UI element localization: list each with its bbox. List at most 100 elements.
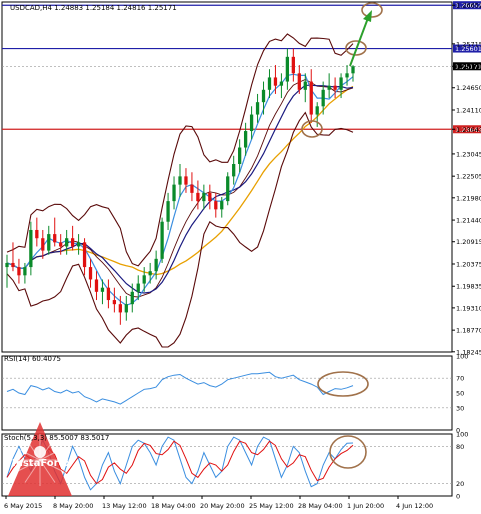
candle-body bbox=[339, 77, 343, 90]
candle-body bbox=[160, 221, 164, 259]
candle-body bbox=[273, 77, 278, 86]
price-tick-label: 1.23643 bbox=[456, 126, 481, 134]
candle-body bbox=[53, 234, 57, 243]
horizontal-levels: 1.266521.256011.236431.25171 bbox=[2, 1, 481, 134]
price-tick-label: 1.20915 bbox=[456, 238, 481, 246]
candle-body bbox=[315, 106, 319, 115]
panel-frame bbox=[1, 355, 453, 431]
forecast-arrowhead bbox=[363, 10, 372, 22]
candle-body bbox=[232, 164, 236, 177]
stoch-tick-label: 20 bbox=[456, 480, 464, 488]
price-tick-label: 1.24650 bbox=[456, 84, 481, 92]
rsi-label: RSI(14) 60.4075 bbox=[4, 355, 61, 363]
stoch-tick-label: 0 bbox=[456, 493, 460, 501]
candle-body bbox=[309, 81, 313, 115]
bollinger-lower-line bbox=[6, 111, 354, 348]
candle-body bbox=[321, 89, 325, 107]
candle-body bbox=[351, 66, 355, 74]
candle-body bbox=[303, 81, 307, 90]
price-tick-label: 1.26652 bbox=[456, 2, 481, 10]
price-tick-label: 1.20375 bbox=[456, 260, 481, 268]
price-tick-label: 1.25715 bbox=[456, 40, 481, 48]
candle-body bbox=[142, 275, 146, 284]
rsi-line bbox=[6, 371, 354, 405]
candle-body bbox=[100, 287, 105, 292]
candle-body bbox=[243, 131, 248, 148]
candle-body bbox=[136, 283, 140, 292]
candle-body bbox=[261, 89, 266, 103]
date-tick-label: 1 Jun 20:00 bbox=[347, 502, 384, 510]
date-tick-label: 8 May 20:00 bbox=[53, 502, 93, 510]
price-tick-label: 1.18770 bbox=[456, 327, 481, 335]
symbol-header: USDCAD,H4 1.24883 1.25184 1.24816 1.2517… bbox=[10, 4, 177, 12]
candles bbox=[5, 48, 355, 325]
candle-body bbox=[166, 201, 170, 222]
price-tick-label: 1.25171 bbox=[456, 63, 481, 71]
candle-body bbox=[327, 85, 331, 90]
candle-body bbox=[154, 258, 158, 272]
candle-body bbox=[11, 262, 15, 268]
candle-body bbox=[17, 267, 21, 276]
rsi-tick-label: 70 bbox=[456, 375, 464, 383]
candle-body bbox=[291, 56, 295, 74]
price-tick-label: 1.19310 bbox=[456, 304, 481, 312]
candle-body bbox=[220, 201, 224, 210]
candle-body bbox=[178, 176, 182, 185]
candle-body bbox=[5, 262, 9, 268]
candle-body bbox=[345, 73, 349, 78]
candle-body bbox=[255, 102, 260, 115]
candle-body bbox=[130, 291, 134, 305]
candle-body bbox=[202, 192, 206, 202]
date-tick-label: 6 May 2015 bbox=[4, 502, 42, 510]
candle-body bbox=[118, 304, 122, 313]
panel-frames bbox=[1, 1, 453, 497]
candle-body bbox=[94, 279, 99, 292]
chart-window: 1.26652 1.25601 1.23643 1.25171 1.26652 1.25… bbox=[0, 0, 481, 510]
candle-body bbox=[172, 184, 176, 202]
stoch-tick-label: 80 bbox=[456, 443, 464, 451]
candle-body bbox=[333, 85, 337, 90]
logo-swirl bbox=[34, 446, 46, 458]
price-chart: 1.266521.256011.236431.25171 1.266521.25… bbox=[1, 1, 481, 510]
rsi-tick-label: 30 bbox=[456, 404, 464, 412]
candle-body bbox=[226, 176, 230, 202]
date-tick-label: 25 May 12:00 bbox=[249, 502, 294, 510]
candle-body bbox=[70, 238, 75, 247]
candle-body bbox=[190, 184, 194, 193]
candle-body bbox=[59, 242, 63, 247]
price-tick-label: 1.21980 bbox=[456, 194, 481, 202]
candle-body bbox=[208, 192, 212, 202]
candle-body bbox=[238, 147, 242, 165]
date-tick-label: 18 May 04:00 bbox=[151, 502, 196, 510]
candle-body bbox=[297, 73, 301, 90]
candle-body bbox=[148, 271, 152, 276]
date-tick-label: 28 May 04:00 bbox=[298, 502, 343, 510]
date-tick-label: 13 May 12:00 bbox=[102, 502, 147, 510]
candle-body bbox=[76, 242, 81, 247]
candle-body bbox=[29, 229, 33, 268]
rsi-tick-label: 100 bbox=[456, 353, 468, 361]
price-tick-label: 1.24110 bbox=[456, 107, 481, 115]
candle-body bbox=[41, 238, 45, 251]
date-tick-label: 20 May 20:00 bbox=[200, 502, 245, 510]
candle-body bbox=[267, 77, 272, 90]
candle-body bbox=[279, 81, 284, 86]
candle-body bbox=[285, 56, 290, 82]
price-tick-label: 1.19835 bbox=[456, 283, 481, 291]
candle-body bbox=[65, 238, 69, 247]
candle-body bbox=[112, 300, 117, 305]
rsi-ellipse bbox=[317, 371, 369, 397]
candle-body bbox=[82, 242, 87, 268]
logo-text: InstaForex bbox=[12, 458, 72, 469]
candle-body bbox=[88, 267, 93, 280]
annotations bbox=[301, 2, 383, 469]
indicator-overlays bbox=[2, 33, 452, 491]
rsi-tick-label: 50 bbox=[456, 390, 464, 398]
candle-body bbox=[23, 267, 27, 276]
date-tick-label: 4 Jun 12:00 bbox=[396, 502, 433, 510]
candle-body bbox=[35, 229, 39, 239]
price-tick-label: 1.22505 bbox=[456, 173, 481, 181]
candle-body bbox=[47, 234, 51, 251]
bollinger-upper-line bbox=[6, 33, 354, 267]
candle-body bbox=[249, 114, 254, 132]
